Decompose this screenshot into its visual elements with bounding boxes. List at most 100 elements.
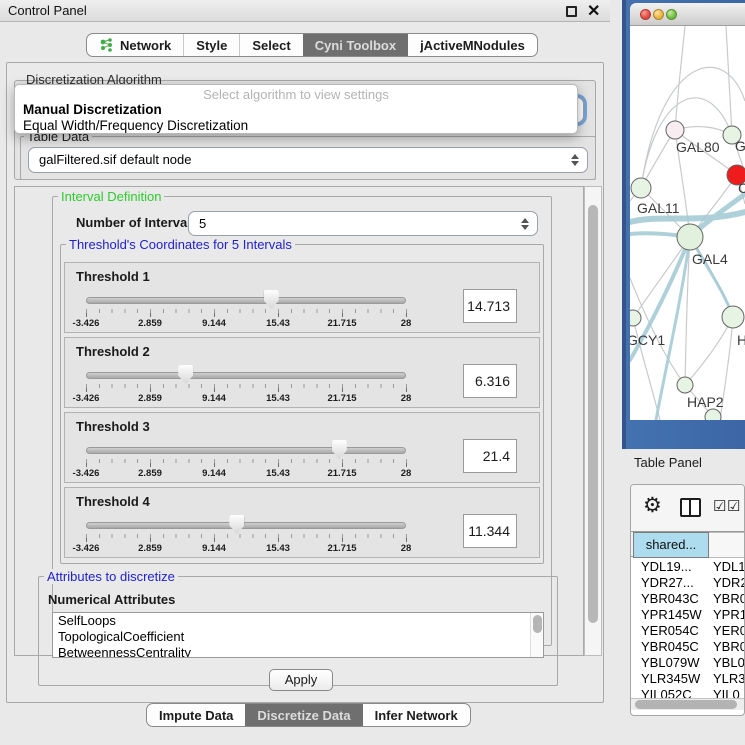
cell-name: YDR2 [703,575,745,591]
tick-label: 21.715 [327,468,356,479]
number-of-intervals-combobox[interactable]: 5 [188,211,538,236]
popup-option-equal-width-frequency[interactable]: Equal Width/Frequency Discretization [23,118,248,133]
node-label: HAP2 [687,394,724,410]
network-node-gcy1[interactable] [630,310,641,326]
column-header-name[interactable]: na [709,532,745,558]
tab-jactivemnodules-label: jActiveMNodules [420,38,525,53]
threshold-value-field[interactable]: 6.316 [463,364,517,398]
tab-discretize-data-label: Discretize Data [257,708,350,723]
tick-label: -3.426 [73,393,100,404]
table-row[interactable]: YDR27...YDR2 [631,575,745,591]
tick-label: 21.715 [327,318,356,329]
network-window-titlebar[interactable] [630,3,745,26]
table-row[interactable]: YLR345WYLR3 [631,671,745,687]
network-node-hap2[interactable] [677,377,693,393]
network-node[interactable] [722,306,744,328]
vertical-scrollbar[interactable] [584,186,602,656]
table-row[interactable]: YBR045CYBR0 [631,639,745,655]
tab-jactivemnodules[interactable]: jActiveMNodules [408,34,537,56]
slider-track[interactable] [86,447,406,454]
threshold-value-field[interactable]: 21.4 [463,439,517,473]
tick-label: 28 [401,468,412,479]
popup-option-manual-discretization[interactable]: Manual Discretization [23,102,162,117]
attribute-list-item[interactable]: SelfLoops [53,613,543,629]
column-layout-icon[interactable] [680,498,701,517]
numerical-attributes-label: Numerical Attributes [48,592,175,607]
tab-style[interactable]: Style [183,34,239,56]
hscrollbar-thumb[interactable] [635,700,737,709]
slider-minor-ticks [86,309,407,313]
checkbox-icon[interactable]: ☑ [727,497,740,515]
tick-label: 9.144 [202,543,226,554]
cell-shared-name: YPR145W [631,607,703,623]
tick-label: 15.43 [266,393,290,404]
node-label-clipped: G. [735,138,745,154]
attribute-list-item[interactable]: TopologicalCoefficient [53,629,543,645]
tick-label: 21.715 [327,393,356,404]
threshold-box-1: Threshold 1-3.4262.8599.14415.4321.71528… [64,262,540,333]
list-scrollbar[interactable] [530,613,543,657]
slider-handle[interactable] [332,440,347,459]
tab-network-label: Network [120,38,171,53]
tick-label: 2.859 [138,543,162,554]
slider-handle[interactable] [264,290,279,309]
threshold-value-field[interactable]: 11.344 [463,514,517,548]
table-data-combobox[interactable]: galFiltered.sif default node [28,147,588,173]
horizontal-scrollbar[interactable] [631,698,745,710]
table-row[interactable]: YBR043CYBR0 [631,591,745,607]
table-row[interactable]: YER054CYER0 [631,623,745,639]
bottom-tab-strip: Impute Data Discretize Data Infer Networ… [146,703,471,727]
tick-label: 28 [401,543,412,554]
tab-network[interactable]: Network [87,34,183,56]
tab-discretize-data[interactable]: Discretize Data [245,704,362,726]
float-panel-icon[interactable] [566,6,577,17]
network-node-gal4[interactable] [677,224,703,250]
slider-minor-ticks [86,534,407,538]
attribute-list-item[interactable]: BetweennessCentrality [53,645,543,658]
tick-label: 2.859 [138,393,162,404]
scrollbar-thumb[interactable] [588,205,598,623]
network-icon [99,38,114,52]
list-scrollbar-thumb[interactable] [533,615,542,633]
table-rows: YDL19...YDL1YDR27...YDR2YBR043CYBR0YPR14… [631,559,745,703]
tick-label: 21.715 [327,543,356,554]
network-node-gal11[interactable] [631,178,651,198]
network-canvas[interactable]: GAL80GAL11GAL4GCY1HAP2G.CH [630,26,745,420]
slider-track[interactable] [86,372,406,379]
minimize-traffic-light-icon[interactable] [653,9,664,20]
node-label: GCY1 [630,332,665,348]
tab-infer-network[interactable]: Infer Network [363,704,470,726]
threshold-label: Threshold 2 [76,344,150,359]
slider-handle[interactable] [178,365,193,384]
close-icon[interactable]: ✕ [587,1,600,21]
slider-handle[interactable] [229,515,244,534]
slider-minor-ticks [86,384,407,388]
zoom-traffic-light-icon[interactable] [666,9,677,20]
table-row[interactable]: YDL19...YDL1 [631,559,745,575]
network-node-gal80[interactable] [666,121,684,139]
table-panel-title: Table Panel [634,455,702,470]
column-header-shared-name[interactable]: shared... [633,532,709,558]
node-label-clipped: H [737,332,745,348]
combo-arrows-icon [571,154,579,166]
tab-style-label: Style [196,38,227,53]
tab-select[interactable]: Select [239,34,302,56]
gear-icon[interactable]: ⚙ [643,493,662,518]
apply-button[interactable]: Apply [269,669,333,691]
cell-name: YPR1 [703,607,745,623]
network-node[interactable] [705,409,721,420]
slider-track[interactable] [86,522,406,529]
close-traffic-light-icon[interactable] [640,9,651,20]
cell-name: YLR3 [703,671,745,687]
table-row[interactable]: YPR145WYPR1 [631,607,745,623]
checkbox-icon[interactable]: ☑ [713,497,726,515]
tick-label: 2.859 [138,318,162,329]
table-row[interactable]: YBL079WYBL0 [631,655,745,671]
numerical-attributes-list[interactable]: SelfLoopsTopologicalCoefficientBetweenne… [52,612,544,658]
threshold-value-field[interactable]: 14.713 [463,289,517,323]
cell-shared-name: YER054C [631,623,703,639]
slider-track[interactable] [86,297,406,304]
tab-cyni-toolbox[interactable]: Cyni Toolbox [303,34,408,56]
tab-impute-data-label: Impute Data [159,708,233,723]
tab-impute-data[interactable]: Impute Data [147,704,245,726]
